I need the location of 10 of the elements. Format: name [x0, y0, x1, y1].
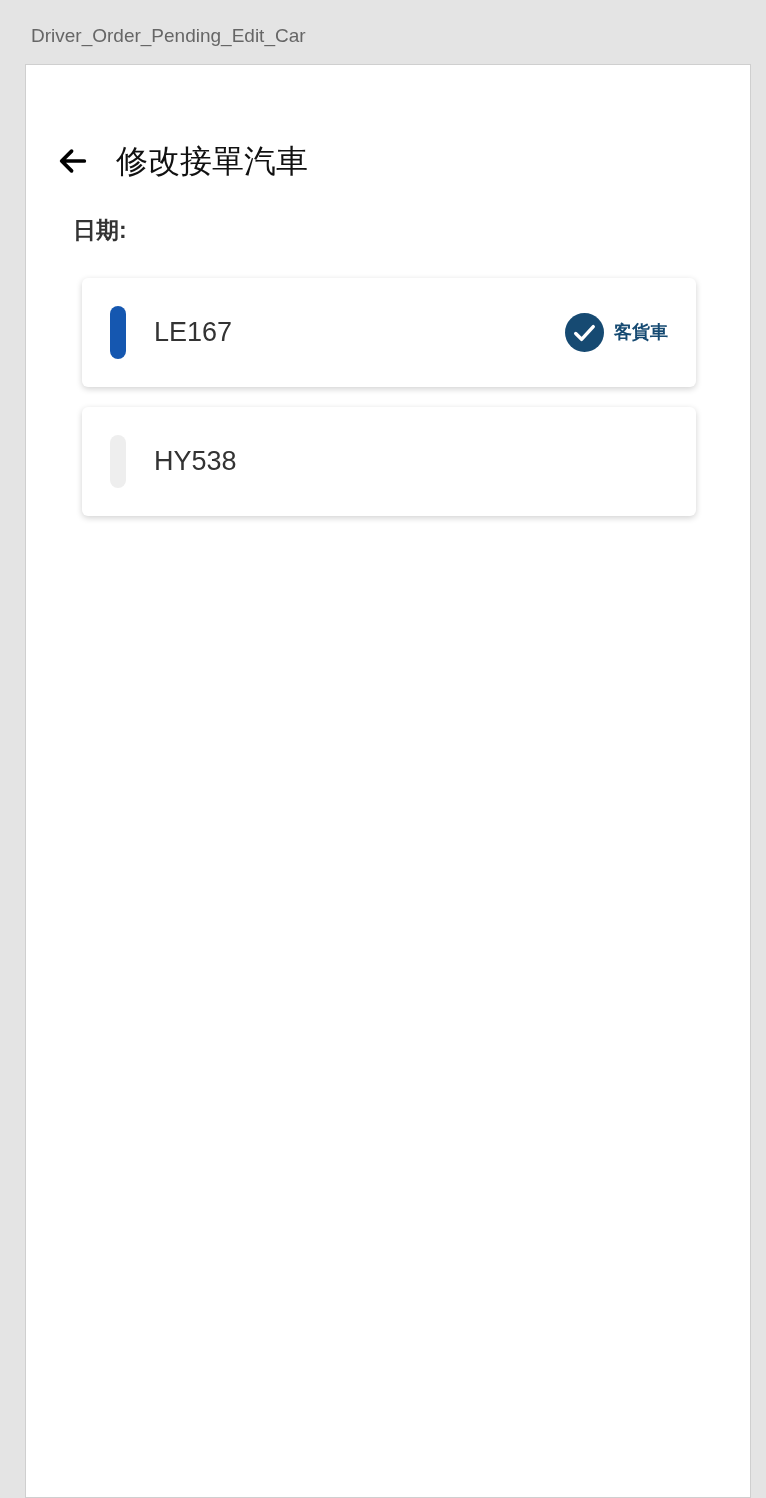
car-plate: LE167	[154, 315, 233, 349]
artboard-title: Driver_Order_Pending_Edit_Car	[31, 25, 306, 46]
car-card[interactable]: HY538	[82, 406, 696, 516]
car-card[interactable]: LE167 客貨車	[82, 277, 696, 387]
selection-indicator	[110, 305, 126, 359]
vehicle-type: 客貨車	[614, 320, 668, 344]
page-title: 修改接單汽車	[116, 142, 308, 181]
car-plate: HY538	[154, 444, 237, 478]
check-circle-icon	[565, 312, 604, 352]
date-label: 日期:	[73, 217, 127, 243]
